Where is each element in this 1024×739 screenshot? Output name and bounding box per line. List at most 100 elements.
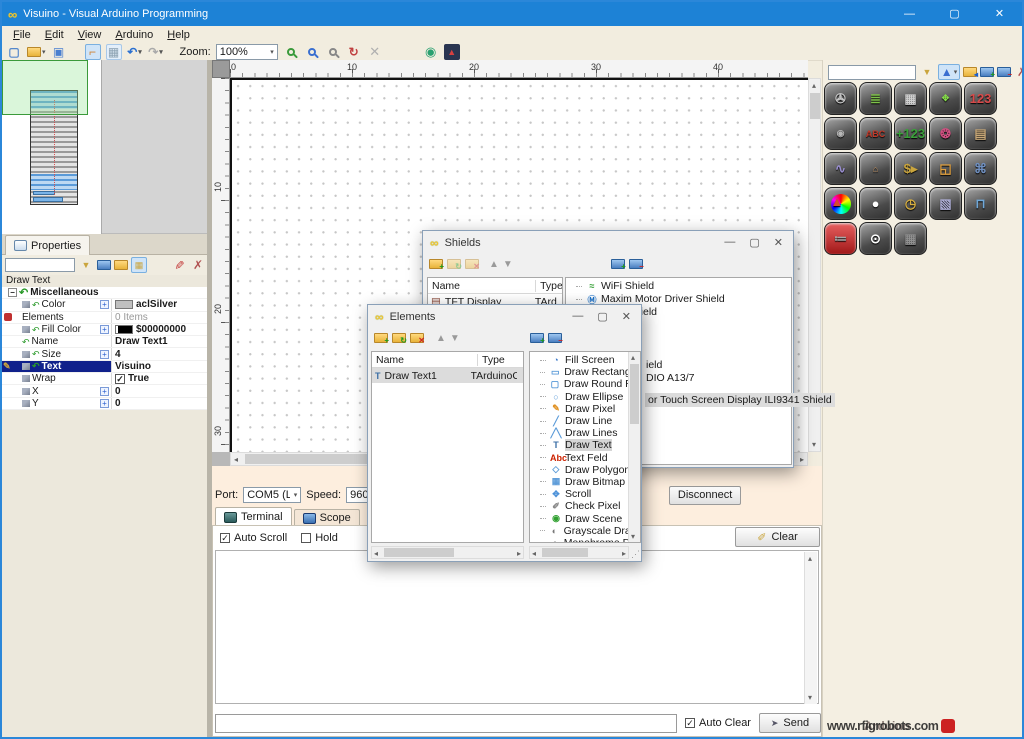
elements-list-hscrollbar[interactable]: ◂ ▸ [371,546,524,559]
toolbox-category-button[interactable]: +123 [894,117,927,150]
toolbox-category-button[interactable]: ▤ [964,117,997,150]
elements-tree-item[interactable]: ╱╲ Draw Lines [530,427,629,439]
wrap-checkbox[interactable]: ✓ [115,373,125,384]
scroll-up-icon[interactable]: ▴ [812,81,816,90]
delete-icon[interactable]: ✕ [367,44,383,60]
elements-tree-item[interactable]: ▭ Draw Rectangle [530,366,629,378]
elements-list[interactable]: Name Type T Draw Text1 TArduinoColo [371,351,524,543]
elements-title-bar[interactable]: ∞ Elements — ▢ ✕ [368,305,641,328]
fill-color-swatch[interactable] [115,325,133,335]
build-refresh-icon[interactable]: ↻ [346,44,362,60]
elements-tree-item[interactable]: ╱ Draw Line [530,415,629,427]
add-shield-icon[interactable]: + [429,259,444,271]
scroll-down-icon[interactable]: ▾ [812,440,816,449]
filter-funnel-icon[interactable]: ▼ [78,257,94,273]
property-row-y[interactable]: Y + 0 [2,397,209,410]
delete-element-icon[interactable]: ✕ [410,333,425,345]
shields-minimize-button[interactable]: — [724,236,735,249]
redo-icon[interactable]: ↷ ▾ [148,44,164,60]
elements-tree-item[interactable]: ◇ Draw Polygon [530,464,629,476]
toolbox-category-button[interactable]: ❂ [929,117,962,150]
expand-all-icon[interactable] [114,260,128,270]
duplicate-element-icon[interactable]: ↻ [392,333,407,345]
elements-tree-item[interactable]: ○ Draw Ellipse [530,391,629,403]
tools-icon[interactable]: ✗ [190,257,206,273]
expand-plus-icon[interactable]: + [100,398,109,408]
collapse-group-icon[interactable]: − [8,288,17,298]
toolbox-category-button[interactable]: ≔ [824,222,857,255]
toolbox-category-button[interactable]: $▸ [894,152,927,185]
tab-terminal[interactable]: Terminal [215,507,292,526]
property-row-fill-color[interactable]: ↶ Fill Color + $00000000 [2,323,209,337]
elements-tree-hscrollbar[interactable]: ◂ ▸ [529,546,629,559]
send-button[interactable]: ➤ Send [758,713,821,733]
snap-grid-icon[interactable]: ▦ [105,43,122,60]
hold-checkbox[interactable]: Hold [301,532,338,544]
elements-tree-item[interactable]: ▢ Draw Round Rec [530,378,629,390]
elements-tree-item[interactable]: ◑ Monohrome Draw [530,537,629,542]
maximize-button[interactable]: ▢ [932,2,977,26]
menu-item[interactable]: Arduino [108,28,160,42]
collapse-categories-icon[interactable]: − [997,67,1012,79]
shields-title-bar[interactable]: ∞ Shields — ▢ ✕ [423,231,793,254]
expand-plus-icon[interactable]: + [100,386,109,396]
shields-tree-item-partial[interactable]: ield [646,359,662,371]
elements-maximize-button[interactable]: ▢ [597,310,607,323]
toolbox-category-button[interactable]: ⊓ [964,187,997,220]
open-project-icon[interactable]: ▾ [27,44,46,60]
property-row-x[interactable]: X + 0 [2,385,209,398]
undo-icon[interactable]: ↶ ▾ [127,44,143,60]
property-row-name[interactable]: ↶ Name Draw Text1 [2,336,209,349]
menu-item[interactable]: Edit [38,28,71,42]
zoom-reset-icon[interactable] [325,44,341,60]
toolbox-category-button[interactable]: ▧ [929,187,962,220]
tab-properties[interactable]: Properties [5,235,91,255]
refresh-shield-icon[interactable]: ↻ [447,259,462,271]
toolbox-category-button[interactable]: ◷ [894,187,927,220]
toolbox-category-button[interactable]: 123 [964,82,997,115]
minimap-viewport-rect[interactable] [2,60,88,115]
terminal-scrollbar[interactable]: ▴ ▾ [804,552,817,704]
elements-tree-item[interactable]: ◉ Draw Scene [530,512,629,525]
expand-tree-icon[interactable]: + [610,259,626,271]
expand-tree-icon[interactable]: + [529,333,545,345]
toolbox-category-button[interactable]: ✥ [929,82,962,115]
category-view-icon[interactable]: ▦ [131,257,147,273]
add-element-icon[interactable]: + [374,333,389,345]
property-row-text[interactable]: ✎ ↶ Text Visuino [2,360,209,374]
element-row-draw-text1[interactable]: T Draw Text1 TArduinoColo [372,368,523,383]
elements-tree-scrollbar[interactable]: ▴ ▾ [628,352,640,542]
component-search-input[interactable] [828,64,916,80]
toolbox-category-button[interactable]: ABC [859,117,892,150]
property-row-color[interactable]: ↶ Color + aclSilver [2,299,209,312]
toolbox-category-button[interactable]: ⊙ [859,222,892,255]
compile-icon[interactable]: ◉ [423,44,439,60]
menu-item[interactable]: Help [160,28,197,42]
elements-tree-item[interactable]: T Draw Text [530,439,629,452]
menu-item[interactable]: View [71,28,109,42]
clear-button[interactable]: ✐ Clear [735,527,820,547]
toolbox-tools-icon[interactable]: ✗ [1014,64,1022,80]
wizard-icon[interactable]: ▲ ▾ [938,64,960,80]
toolbox-category-button[interactable]: ▲ [824,187,857,220]
toolbox-category-button[interactable]: ● [859,187,892,220]
property-group-row[interactable]: − ↶ Miscellaneous [2,287,209,300]
move-down-icon[interactable]: ▼ [450,333,460,344]
resize-grip[interactable]: ⋰ [631,549,640,560]
shields-tree-item-selected[interactable]: or Touch Screen Display ILI9341 Shield [645,393,835,407]
expand-plus-icon[interactable]: + [100,325,109,335]
scroll-left-icon[interactable]: ◂ [234,455,238,464]
auto-scroll-checkbox[interactable]: ✓ Auto Scroll [220,532,287,544]
save-project-icon[interactable]: ▣ [51,44,67,60]
minimize-button[interactable]: — [887,2,932,26]
collapse-all-icon[interactable] [97,260,111,270]
move-up-icon[interactable]: ▲ [489,259,499,270]
elements-tree-item[interactable]: Abc Text Feld [530,452,629,464]
elements-tree-item[interactable]: ✐ Check Pixel [530,500,629,512]
shields-tree-item[interactable]: ≈ WiFi Shield [566,280,791,293]
elements-minimize-button[interactable]: — [572,310,583,323]
zoom-combobox[interactable]: 100% ▾ [215,43,278,60]
shields-close-button[interactable]: ✕ [774,236,783,249]
auto-clear-checkbox[interactable]: ✓ Auto Clear [685,717,751,729]
toolbox-category-button[interactable]: ▦ [894,222,927,255]
